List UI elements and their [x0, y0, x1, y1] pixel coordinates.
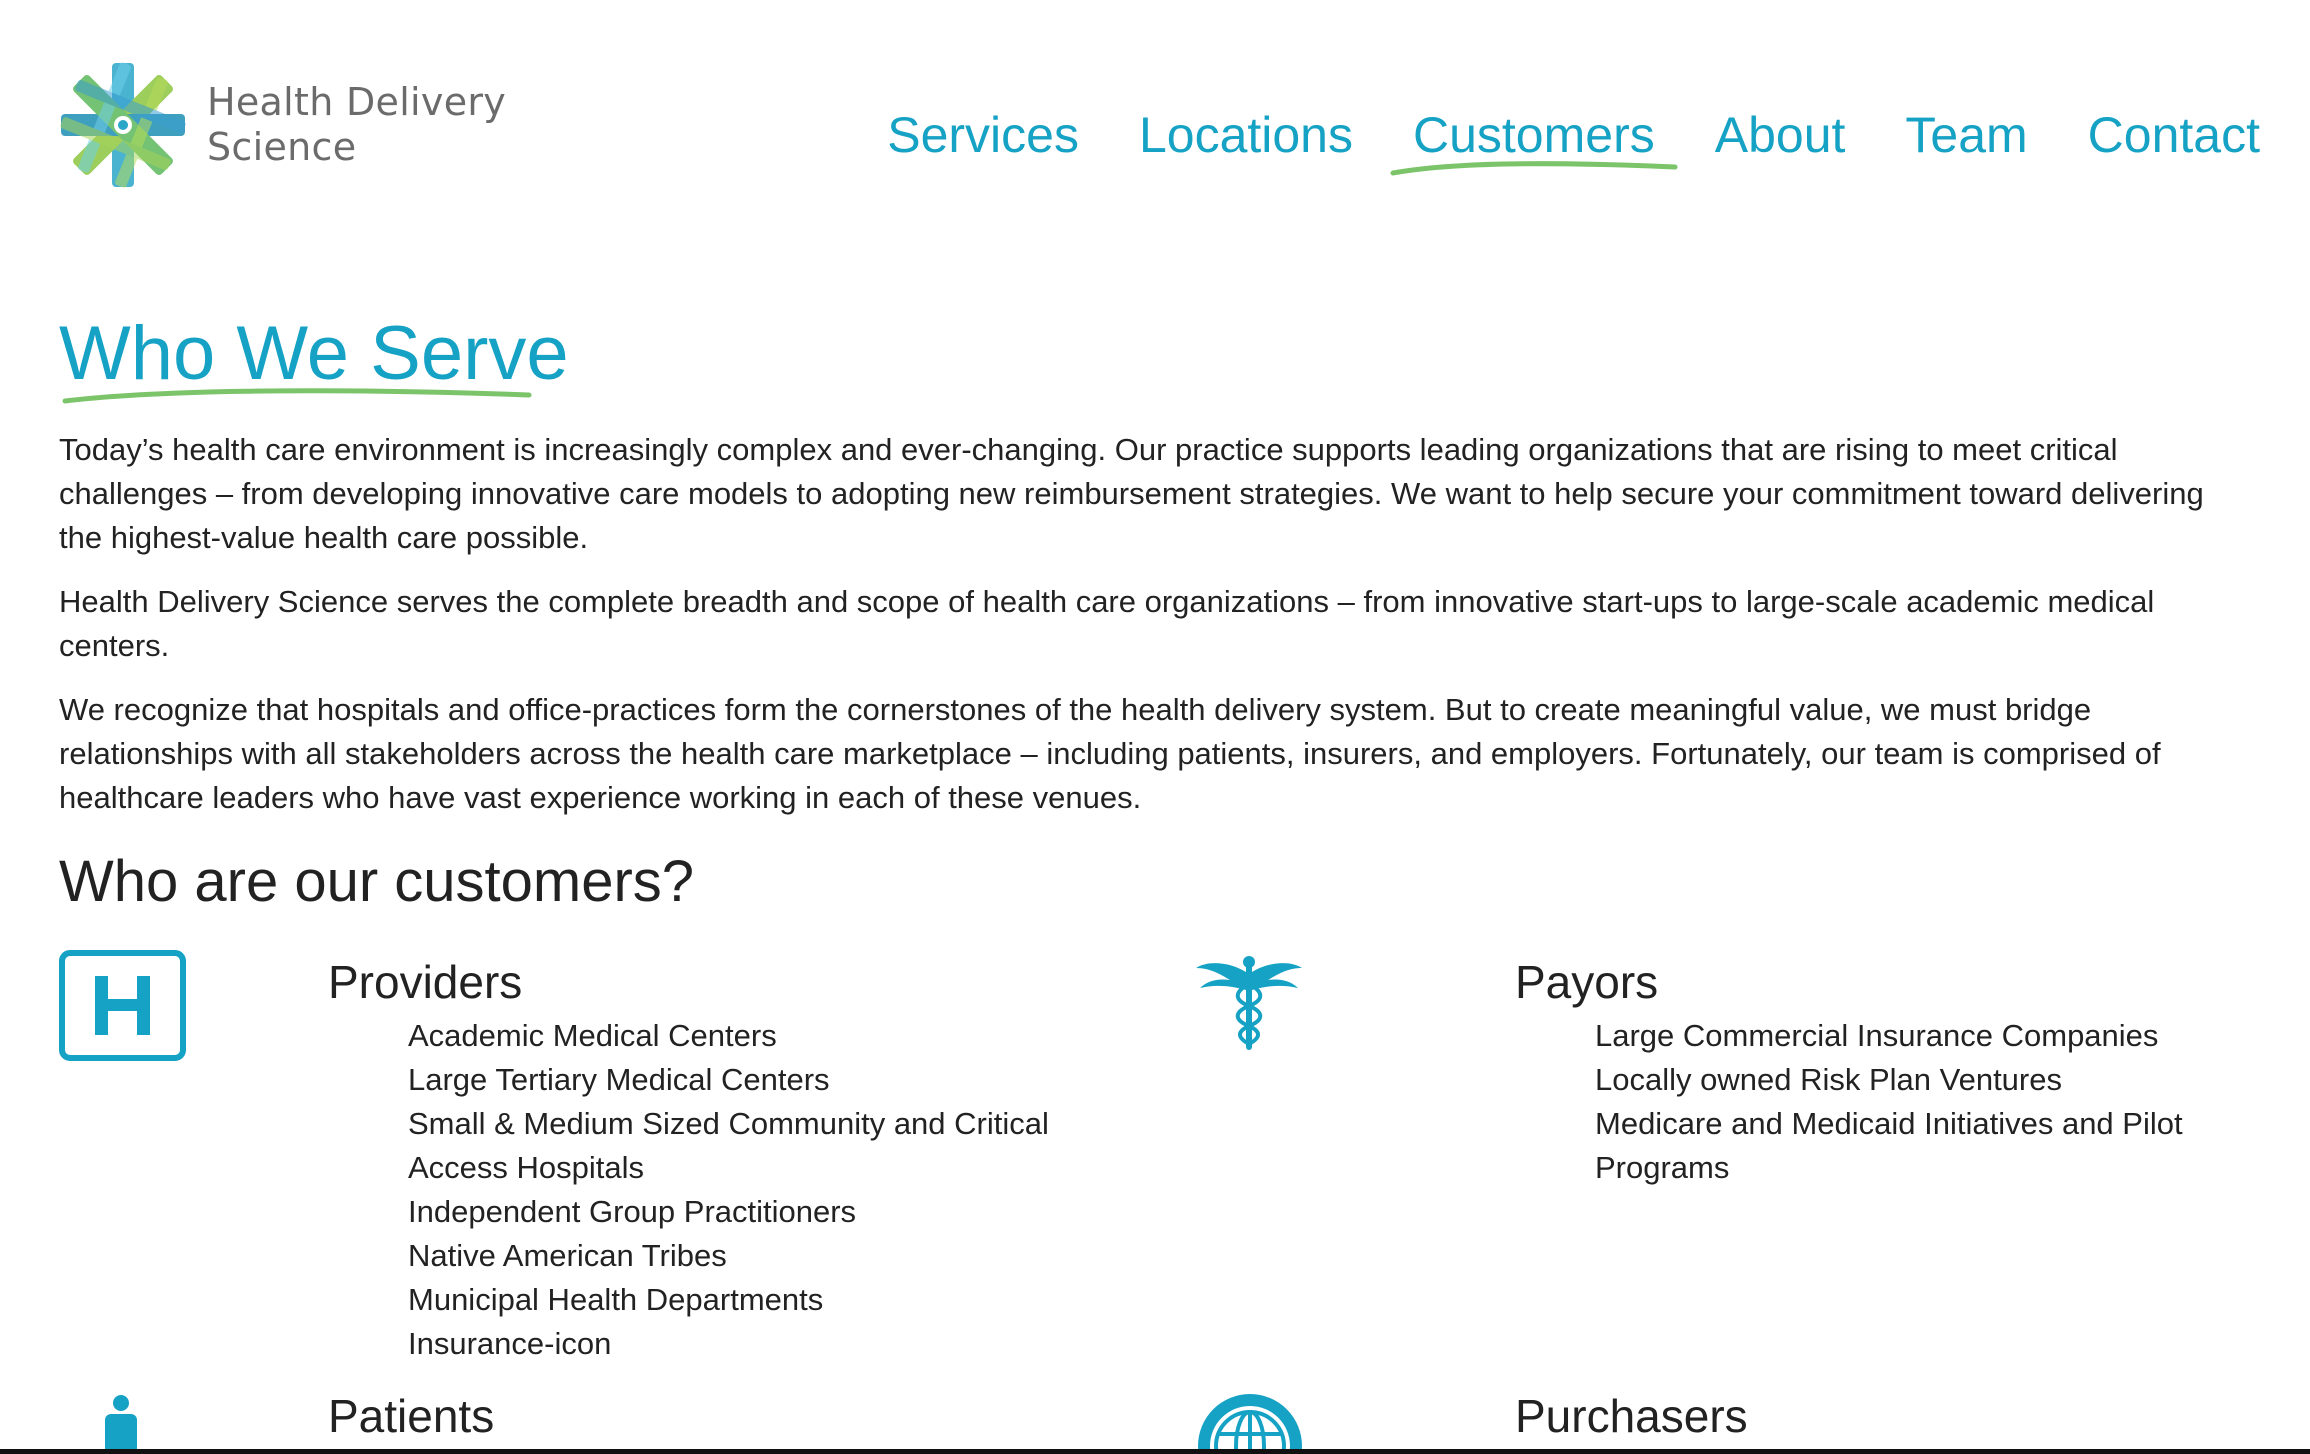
nav-item-locations[interactable]: Locations	[1139, 100, 1353, 170]
nav-item-customers-label: Customers	[1413, 107, 1655, 163]
customer-group-patients: Patients	[59, 1388, 1159, 1454]
logo-mark-icon	[60, 62, 186, 188]
globe-icon	[1198, 1394, 1302, 1454]
active-nav-underline	[1390, 161, 1678, 176]
main-nav: Services Locations Customers About Team …	[887, 100, 2260, 176]
intro-paragraph: We recognize that hospitals and office-p…	[59, 692, 2161, 815]
list-item: Native American Tribes	[408, 1238, 727, 1273]
list-item: Independent Group Practitioners	[408, 1194, 857, 1229]
nav-item-contact[interactable]: Contact	[2088, 100, 2260, 170]
list-item: Municipal Health Departments	[408, 1282, 824, 1317]
payors-list: Large Commercial Insurance Companies Loc…	[1595, 1014, 2235, 1190]
customer-title-patients: Patients	[328, 1390, 495, 1442]
list-item: Small & Medium Sized Community and Criti…	[408, 1106, 1049, 1185]
nav-item-services[interactable]: Services	[887, 100, 1079, 170]
list-item: Locally owned Risk Plan Ventures	[1595, 1062, 2062, 1097]
intro-paragraph: Today’s health care environment is incre…	[59, 432, 2204, 555]
intro-text: Today’s health care environment is incre…	[59, 428, 2249, 820]
list-item: Insurance-icon	[408, 1326, 612, 1361]
list-item: Medicare and Medicaid Initiatives and Pi…	[1595, 1106, 2183, 1185]
logo-line-1: Health Delivery	[207, 80, 507, 124]
hospital-h-icon	[59, 950, 186, 1061]
list-item: Large Tertiary Medical Centers	[408, 1062, 830, 1097]
caduceus-icon	[1196, 956, 1302, 1050]
customers-heading: Who are our customers?	[59, 849, 695, 914]
logo-line-2: Science	[207, 125, 357, 169]
customer-group-providers: Providers Academic Medical Centers Large…	[59, 948, 1159, 1368]
person-icon	[105, 1395, 137, 1454]
providers-list: Academic Medical Centers Large Tertiary …	[408, 1014, 1148, 1366]
site-logo[interactable]: Health Delivery Science	[59, 60, 509, 190]
customer-title-providers: Providers	[328, 956, 523, 1008]
customer-title-purchasers: Purchasers	[1515, 1390, 1748, 1442]
window-bottom-edge	[0, 1449, 2310, 1454]
site-header: Health Delivery Science Services Locatio…	[0, 0, 2310, 220]
nav-item-about[interactable]: About	[1715, 100, 1846, 170]
customer-title-payors: Payors	[1515, 956, 1659, 1008]
list-item: Academic Medical Centers	[408, 1018, 777, 1053]
intro-paragraph: Health Delivery Science serves the compl…	[59, 584, 2155, 663]
page-title: Who We Serve	[59, 300, 569, 408]
title-underline	[62, 388, 532, 404]
nav-item-customers[interactable]: Customers	[1390, 100, 1678, 176]
customer-group-payors: Payors Large Commercial Insurance Compan…	[1194, 948, 2249, 1248]
nav-item-team[interactable]: Team	[1905, 100, 2027, 170]
main-content: Who We Serve Today’s health care environ…	[59, 300, 2249, 918]
customers-section: Providers Academic Medical Centers Large…	[59, 948, 2249, 1454]
list-item: Large Commercial Insurance Companies	[1595, 1018, 2159, 1053]
customer-group-purchasers: Purchasers	[1194, 1388, 2249, 1454]
logo-wordmark: Health Delivery Science	[207, 80, 506, 170]
